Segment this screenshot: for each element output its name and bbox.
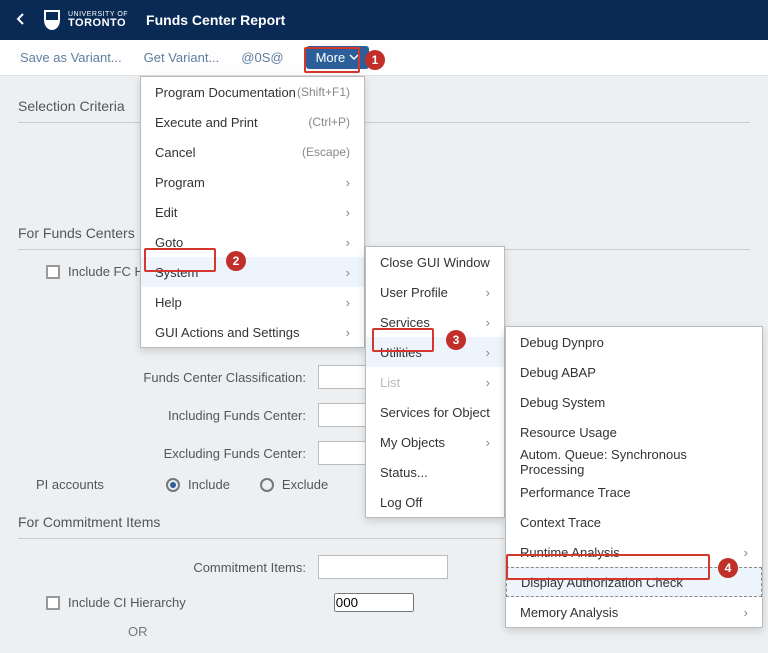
menu-resource-usage[interactable]: Resource Usage <box>506 417 762 447</box>
menu-my-objects[interactable]: My Objects› <box>366 427 504 457</box>
including-fc-label: Including Funds Center: <box>18 408 318 423</box>
get-variant-link[interactable]: Get Variant... <box>144 50 220 65</box>
section-selection-criteria: Selection Criteria <box>18 90 750 123</box>
logo: UNIVERSITY OF TORONTO <box>42 8 128 32</box>
badge-4: 4 <box>718 558 738 578</box>
chevron-right-icon: › <box>346 265 350 280</box>
chevron-right-icon: › <box>744 545 748 560</box>
chevron-right-icon: › <box>486 375 490 390</box>
chevron-down-icon <box>349 50 359 65</box>
menu-system[interactable]: System› <box>141 257 364 287</box>
chevron-right-icon: › <box>346 205 350 220</box>
include-radio[interactable] <box>166 478 180 492</box>
include-ci-hier-checkbox[interactable] <box>46 596 60 610</box>
utilities-submenu: Debug Dynpro Debug ABAP Debug System Res… <box>505 326 763 628</box>
more-menu: Program Documentation(Shift+F1) Execute … <box>140 76 365 348</box>
menu-debug-system[interactable]: Debug System <box>506 387 762 417</box>
menu-program[interactable]: Program› <box>141 167 364 197</box>
shield-icon <box>42 8 62 32</box>
chevron-right-icon: › <box>346 295 350 310</box>
page-title: Funds Center Report <box>146 12 285 28</box>
menu-status[interactable]: Status... <box>366 457 504 487</box>
badge-1: 1 <box>365 50 385 70</box>
pi-accounts-label: PI accounts <box>36 477 136 492</box>
menu-goto[interactable]: Goto› <box>141 227 364 257</box>
chevron-right-icon: › <box>346 325 350 340</box>
badge-2: 2 <box>226 251 246 271</box>
include-ci-hier-label: Include CI Hierarchy <box>68 595 186 610</box>
commitment-items-input[interactable] <box>318 555 448 579</box>
ci-hier-input[interactable] <box>334 593 414 612</box>
menu-program-documentation[interactable]: Program Documentation(Shift+F1) <box>141 77 364 107</box>
menu-services-for-object[interactable]: Services for Object <box>366 397 504 427</box>
badge-3: 3 <box>446 330 466 350</box>
chevron-right-icon: › <box>346 175 350 190</box>
menu-services[interactable]: Services› <box>366 307 504 337</box>
exclude-radio-label: Exclude <box>282 477 328 492</box>
chevron-right-icon: › <box>346 235 350 250</box>
commitment-items-label: Commitment Items: <box>18 560 318 575</box>
menu-debug-dynpro[interactable]: Debug Dynpro <box>506 327 762 357</box>
chevron-right-icon: › <box>486 315 490 330</box>
menu-help[interactable]: Help› <box>141 287 364 317</box>
chevron-right-icon: › <box>486 345 490 360</box>
save-as-variant-link[interactable]: Save as Variant... <box>20 50 122 65</box>
back-icon[interactable] <box>14 12 28 29</box>
fc-classification-label: Funds Center Classification: <box>18 370 318 385</box>
menu-gui-actions[interactable]: GUI Actions and Settings› <box>141 317 364 347</box>
menu-close-gui-window[interactable]: Close GUI Window <box>366 247 504 277</box>
excluding-fc-label: Excluding Funds Center: <box>18 446 318 461</box>
menu-cancel[interactable]: Cancel(Escape) <box>141 137 364 167</box>
logo-toronto: TORONTO <box>68 18 128 29</box>
system-submenu: Close GUI Window User Profile› Services›… <box>365 246 505 518</box>
chevron-right-icon: › <box>486 435 490 450</box>
chevron-right-icon: › <box>486 285 490 300</box>
at-os-link[interactable]: @0S@ <box>241 50 283 65</box>
menu-memory-analysis[interactable]: Memory Analysis› <box>506 597 762 627</box>
more-label: More <box>316 50 346 65</box>
exclude-radio[interactable] <box>260 478 274 492</box>
include-radio-label: Include <box>188 477 230 492</box>
app-header: UNIVERSITY OF TORONTO Funds Center Repor… <box>0 0 768 40</box>
menu-context-trace[interactable]: Context Trace <box>506 507 762 537</box>
menu-debug-abap[interactable]: Debug ABAP <box>506 357 762 387</box>
menu-execute-and-print[interactable]: Execute and Print(Ctrl+P) <box>141 107 364 137</box>
menu-log-off[interactable]: Log Off <box>366 487 504 517</box>
menu-autom-queue[interactable]: Autom. Queue: Synchronous Processing <box>506 447 762 477</box>
menu-list: List› <box>366 367 504 397</box>
menu-utilities[interactable]: Utilities› <box>366 337 504 367</box>
more-button[interactable]: More <box>306 46 370 69</box>
chevron-right-icon: › <box>744 605 748 620</box>
menu-performance-trace[interactable]: Performance Trace <box>506 477 762 507</box>
include-fc-hier-checkbox[interactable] <box>46 265 60 279</box>
menu-user-profile[interactable]: User Profile› <box>366 277 504 307</box>
menu-edit[interactable]: Edit› <box>141 197 364 227</box>
